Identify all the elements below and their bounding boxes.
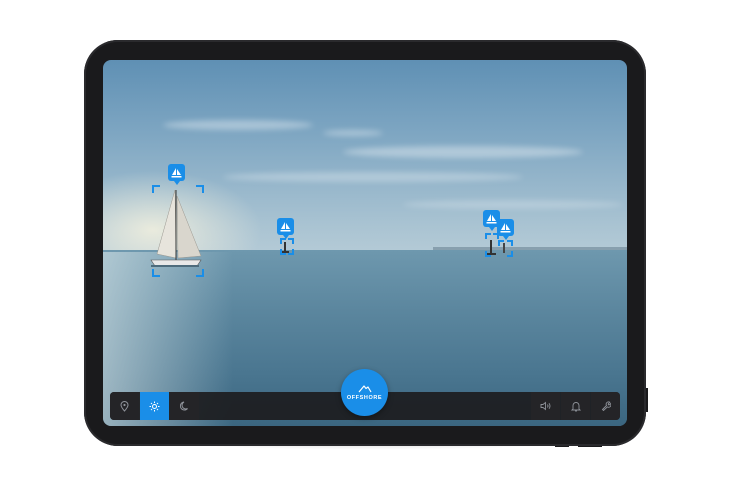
cloud <box>163 120 313 130</box>
bounding-box-corner <box>152 185 160 193</box>
bounding-box-corner <box>196 269 204 277</box>
night-mode-button[interactable] <box>170 392 199 420</box>
wrench-icon <box>601 401 611 411</box>
sailboat-icon <box>500 222 511 232</box>
sound-button[interactable] <box>531 392 560 420</box>
location-button[interactable] <box>110 392 139 420</box>
bounding-box-corner <box>485 233 491 239</box>
sun-icon <box>149 401 160 411</box>
offshore-mode-button[interactable]: OFFSHORE <box>341 369 388 416</box>
sail-mountain-icon <box>358 385 372 393</box>
location-pin-icon <box>120 400 129 412</box>
bounding-box-corner <box>507 251 513 257</box>
bounding-box-corner <box>485 251 491 257</box>
cloud <box>223 172 523 182</box>
cloud <box>403 200 623 209</box>
sailboat-icon <box>171 167 182 177</box>
bounding-box-corner <box>288 238 294 244</box>
sailboat-detection-pin[interactable] <box>497 219 514 240</box>
bounding-box-corner <box>280 249 286 255</box>
bounding-box-corner <box>152 269 160 277</box>
sailboat <box>150 189 202 267</box>
alerts-button[interactable] <box>561 392 590 420</box>
bounding-box-corner <box>493 233 499 239</box>
bounding-box-corner <box>280 238 286 244</box>
speaker-icon <box>540 401 550 411</box>
bell-icon <box>570 401 581 411</box>
bounding-box-corner <box>288 249 294 255</box>
cloud <box>343 146 583 158</box>
moon-icon <box>179 401 188 411</box>
offshore-mode-label: OFFSHORE <box>346 395 383 401</box>
day-mode-button[interactable] <box>140 392 169 420</box>
bounding-box-corner <box>507 240 513 246</box>
sailboat-icon <box>486 213 497 223</box>
sailboat-detection-pin[interactable] <box>277 218 294 239</box>
settings-button[interactable] <box>591 392 620 420</box>
sailboat-detection-pin[interactable] <box>168 164 185 185</box>
sailboat-icon <box>280 221 291 231</box>
cloud <box>323 130 383 136</box>
bounding-box-corner <box>498 240 504 246</box>
bounding-box-corner <box>196 185 204 193</box>
